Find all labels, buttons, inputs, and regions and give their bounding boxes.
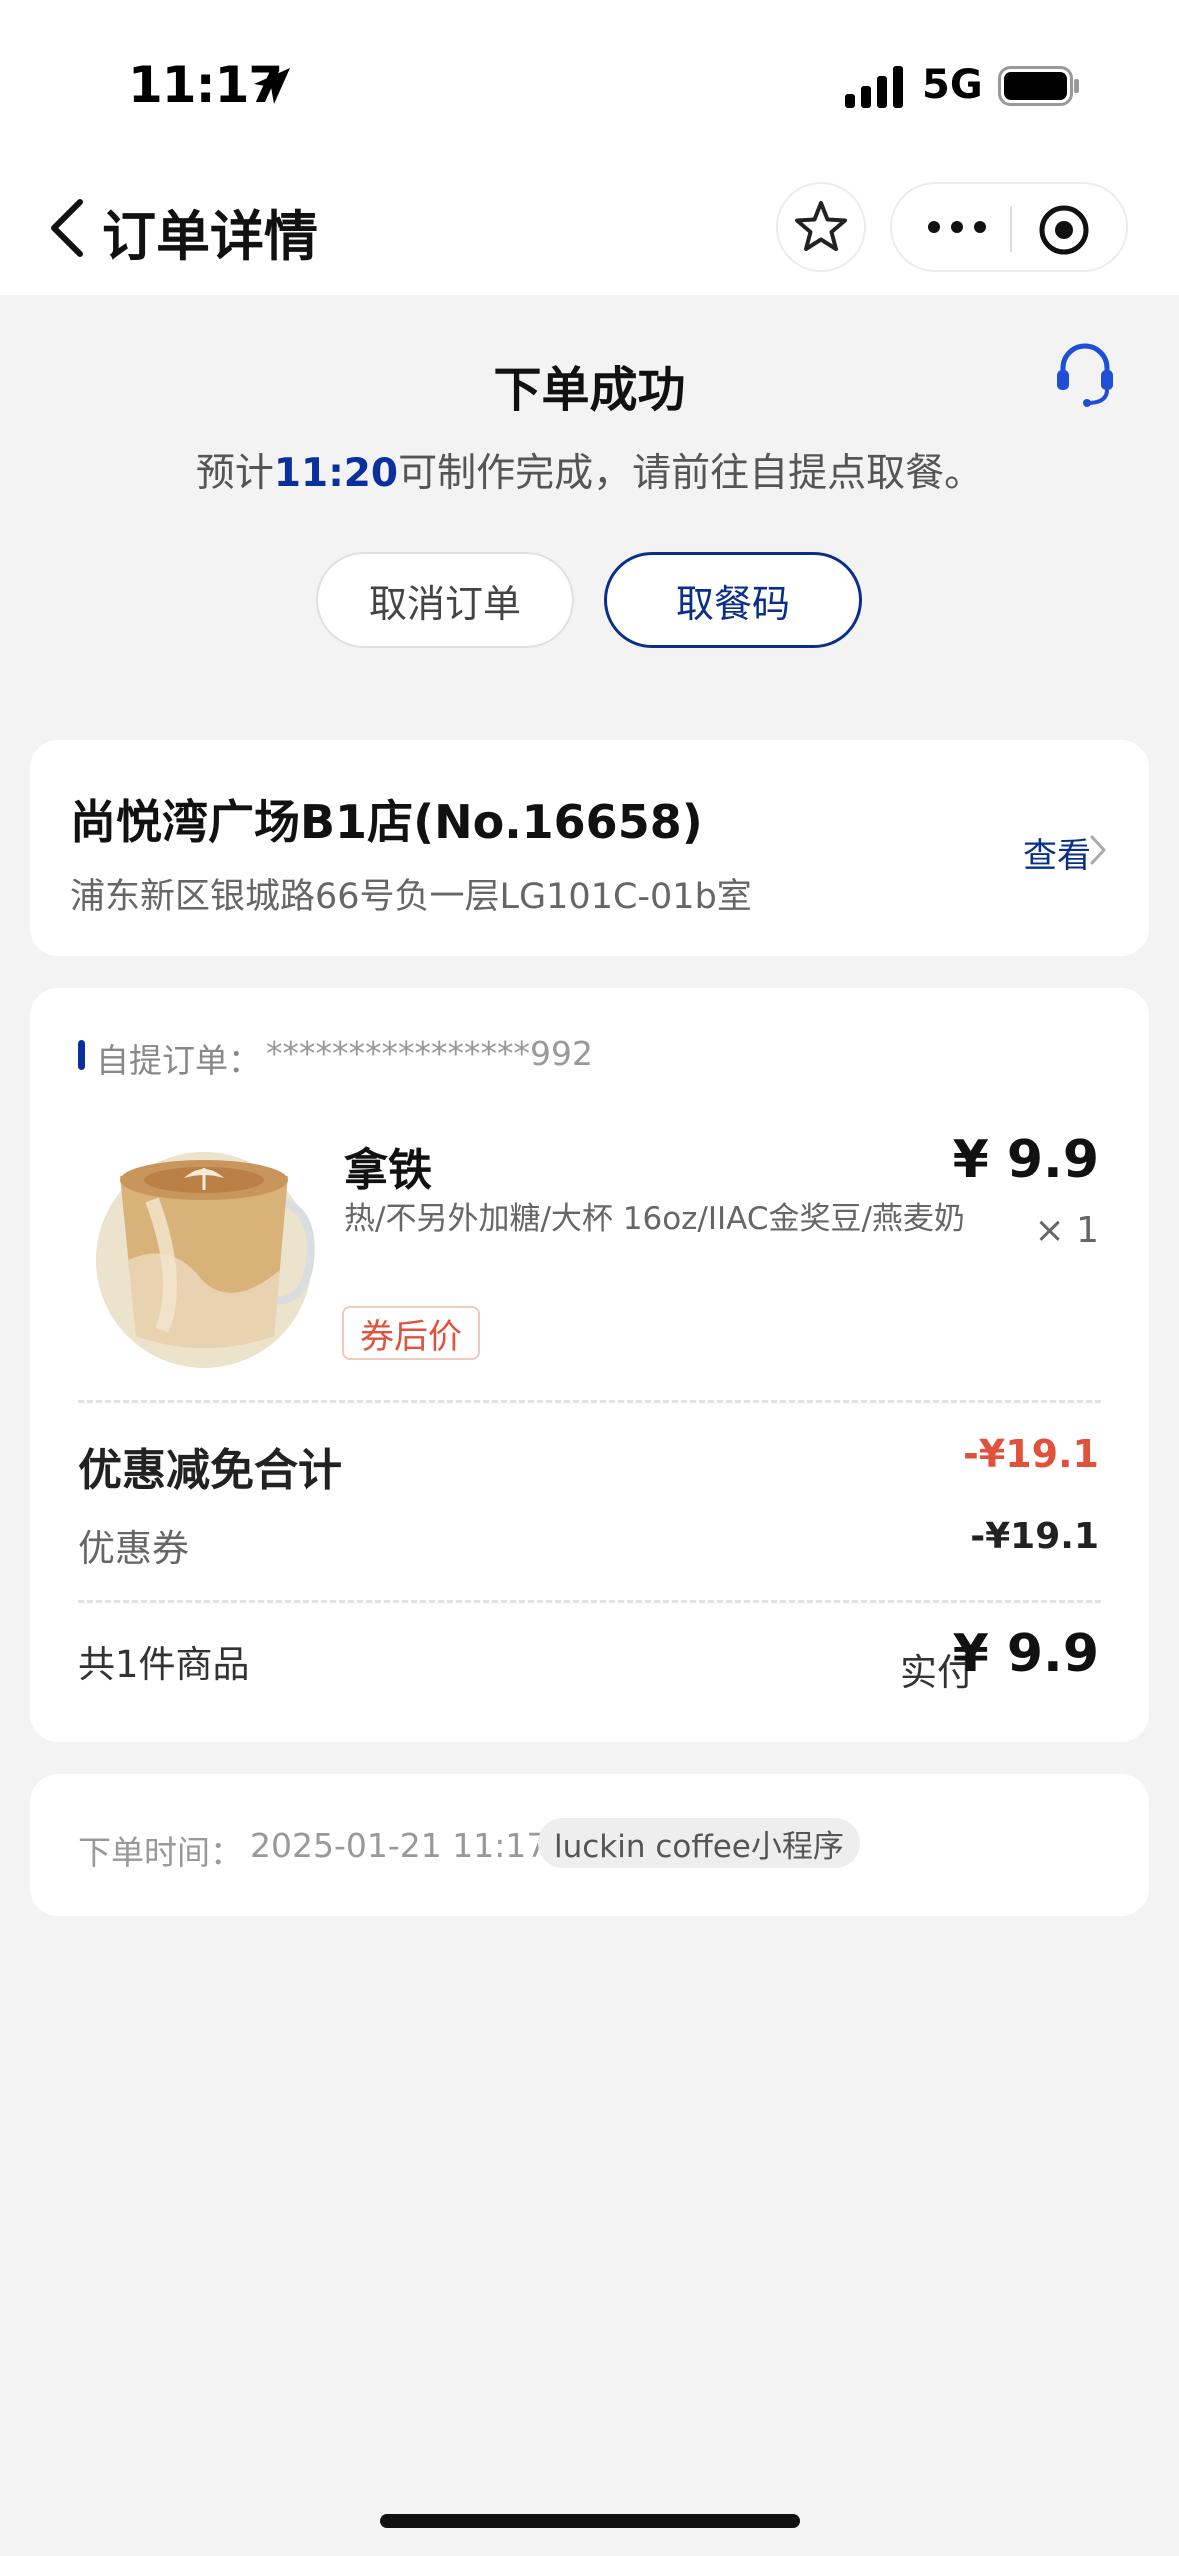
cancel-order-button[interactable]: 取消订单 [316,552,574,648]
dashed-divider [78,1600,1101,1603]
product-price: ¥ 9.9 [952,1130,1099,1190]
eta-prefix: 预计 [195,451,274,496]
order-type-label: 自提订单： [96,1041,261,1080]
order-info-card: 下单时间： 2025-01-21 11:17 luckin coffee小程序 [30,1774,1149,1916]
more-dots-icon[interactable] [926,212,988,242]
coupon-amount: -¥19.1 [970,1516,1099,1557]
coupon-label: 优惠券 [78,1527,189,1570]
after-coupon-tag: 券后价 [342,1306,480,1360]
mini-program-capsule [890,182,1128,272]
order-number: ****************992 [266,1034,593,1073]
signal-icon [845,66,903,108]
battery-icon [998,66,1079,106]
order-card: 自提订单： ****************992 拿铁 热/不另外加糖/大杯 … [30,988,1149,1742]
store-name: 尚悦湾广场B1店(No.16658) [70,795,703,849]
back-chevron-icon[interactable] [44,196,92,260]
eta-message: 预计11:20可制作完成，请前往自提点取餐。 [0,442,1179,498]
eta-suffix: 可制作完成，请前往自提点取餐。 [398,451,984,496]
capsule-divider [1010,206,1012,252]
order-time-label: 下单时间： [78,1833,243,1872]
discount-total-label: 优惠减免合计 [78,1445,342,1496]
location-arrow-icon [254,68,290,104]
order-time-value: 2025-01-21 11:17 [250,1826,548,1865]
dashed-divider [78,1400,1101,1403]
order-source-badge: luckin coffee小程序 [538,1818,860,1868]
store-address: 浦东新区银城路66号负一层LG101C-01b室 [70,877,752,917]
section-marker [78,1040,85,1070]
product-options: 热/不另外加糖/大杯 16oz/IIAC金奖豆/燕麦奶 [344,1201,965,1237]
star-icon [795,201,847,251]
home-indicator[interactable] [380,2514,800,2528]
view-store-link[interactable]: 查看 [1023,828,1091,877]
page-title: 订单详情 [102,205,318,268]
chevron-right-icon [1090,835,1106,865]
network-label: 5G [922,62,983,108]
discount-total-amount: -¥19.1 [963,1432,1099,1476]
product-name: 拿铁 [344,1145,432,1196]
paid-amount: ¥ 9.9 [952,1624,1099,1684]
product-quantity: × 1 [1034,1210,1099,1251]
pickup-code-button[interactable]: 取餐码 [604,552,862,648]
target-icon[interactable] [1038,204,1090,256]
order-status-title: 下单成功 [493,362,686,418]
eta-time: 11:20 [273,451,399,496]
favorite-button[interactable] [776,182,866,272]
items-count: 共1件商品 [78,1643,250,1686]
latte-product-image [96,1152,315,1368]
store-card[interactable]: 尚悦湾广场B1店(No.16658) 浦东新区银城路66号负一层LG101C-0… [30,740,1149,956]
